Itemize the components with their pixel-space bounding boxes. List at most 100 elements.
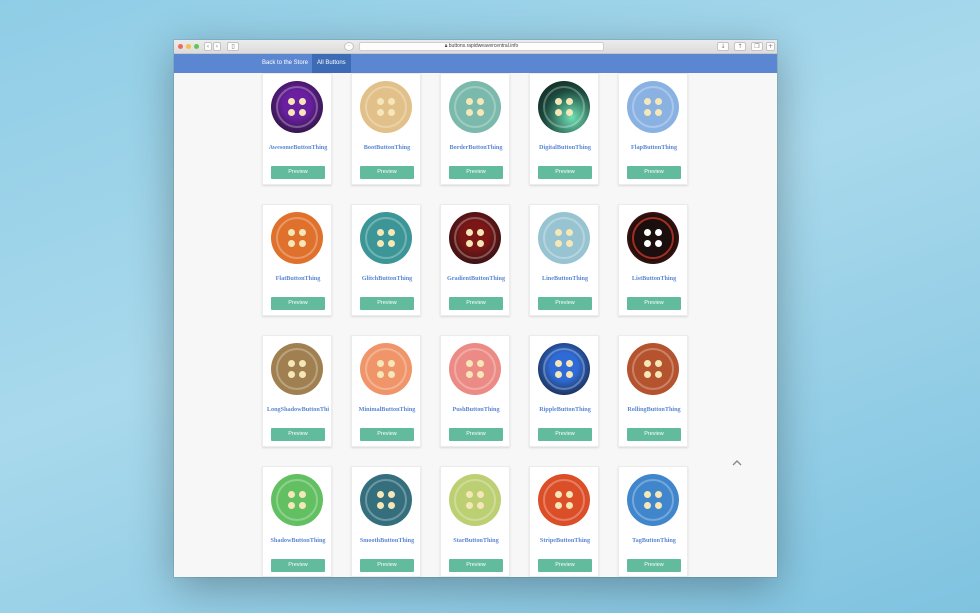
preview-button[interactable]: Preview: [360, 428, 414, 441]
button-preview-thumbnail: [449, 474, 501, 526]
preview-button[interactable]: Preview: [360, 297, 414, 310]
preview-button[interactable]: Preview: [627, 297, 681, 310]
share-button-icon[interactable]: ↑: [734, 42, 746, 51]
url-text: buttons.rapidweavercentral.info: [448, 43, 519, 49]
button-hole: [477, 229, 484, 236]
button-hole: [466, 360, 473, 367]
button-preview-thumbnail: [627, 212, 679, 264]
button-card-title[interactable]: PushButtonThing: [441, 406, 511, 413]
button-preview-thumbnail: [538, 474, 590, 526]
preview-button[interactable]: Preview: [360, 166, 414, 179]
button-hole: [477, 371, 484, 378]
preview-button[interactable]: Preview: [271, 166, 325, 179]
button-card: StripeButtonThing Preview: [529, 466, 599, 577]
button-card-title[interactable]: StarButtonThing: [441, 537, 511, 544]
button-ring: [454, 479, 496, 521]
preview-button[interactable]: Preview: [627, 559, 681, 572]
button-card-title[interactable]: BootButtonThing: [352, 144, 422, 151]
preview-button[interactable]: Preview: [538, 297, 592, 310]
new-tab-icon[interactable]: +: [766, 42, 775, 51]
button-preview-thumbnail: [271, 474, 323, 526]
button-preview-thumbnail: [627, 81, 679, 133]
button-ring: [454, 217, 496, 259]
address-bar[interactable]: 🔒︎ buttons.rapidweavercentral.info: [359, 42, 604, 51]
preview-button[interactable]: Preview: [538, 166, 592, 179]
button-hole: [655, 371, 662, 378]
close-window-button[interactable]: [178, 44, 183, 49]
button-hole: [555, 109, 562, 116]
button-card-title[interactable]: DigitalButtonThing: [530, 144, 600, 151]
button-card-title[interactable]: GlitchButtonThing: [352, 275, 422, 282]
download-icon[interactable]: ↓: [717, 42, 729, 51]
button-hole: [566, 371, 573, 378]
button-ring: [365, 86, 407, 128]
preview-button[interactable]: Preview: [627, 428, 681, 441]
button-hole: [388, 360, 395, 367]
preview-button[interactable]: Preview: [271, 428, 325, 441]
button-card: ListButtonThing Preview: [618, 204, 688, 316]
tabs-icon[interactable]: ❐: [751, 42, 763, 51]
preview-button[interactable]: Preview: [449, 166, 503, 179]
button-hole: [655, 109, 662, 116]
nav-back-to-store[interactable]: Back to the Store: [257, 54, 313, 73]
button-card-title[interactable]: SmoothButtonThing: [352, 537, 422, 544]
button-hole: [644, 502, 651, 509]
preview-button[interactable]: Preview: [538, 559, 592, 572]
nav-all-buttons[interactable]: All Buttons: [312, 54, 351, 73]
minimize-window-button[interactable]: [186, 44, 191, 49]
button-card: SmoothButtonThing Preview: [351, 466, 421, 577]
button-card-title[interactable]: FlatButtonThing: [263, 275, 333, 282]
button-card-title[interactable]: BorderButtonThing: [441, 144, 511, 151]
button-hole: [288, 502, 295, 509]
button-card-title[interactable]: AwesomeButtonThing: [263, 144, 333, 151]
button-card-title[interactable]: StripeButtonThing: [530, 537, 600, 544]
maximize-window-button[interactable]: [194, 44, 199, 49]
lock-icon: 🔒︎: [444, 43, 448, 49]
button-hole: [555, 491, 562, 498]
button-card: LongShadowButtonThi Preview: [262, 335, 332, 447]
button-card-title[interactable]: GradientButtonThing: [441, 275, 511, 282]
sidebar-icon[interactable]: ▯: [227, 42, 239, 51]
button-hole: [299, 360, 306, 367]
button-card: RippleButtonThing Preview: [529, 335, 599, 447]
button-preview-thumbnail: [627, 474, 679, 526]
button-hole: [377, 360, 384, 367]
preview-button[interactable]: Preview: [271, 297, 325, 310]
button-hole: [466, 491, 473, 498]
button-hole: [299, 109, 306, 116]
preview-button[interactable]: Preview: [627, 166, 681, 179]
back-arrow-icon[interactable]: ‹: [204, 42, 212, 51]
button-card-title[interactable]: LineButtonThing: [530, 275, 600, 282]
preview-button[interactable]: Preview: [538, 428, 592, 441]
button-hole: [644, 98, 651, 105]
button-card-title[interactable]: RippleButtonThing: [530, 406, 600, 413]
button-hole: [299, 371, 306, 378]
button-hole: [466, 502, 473, 509]
button-ring: [543, 86, 585, 128]
scroll-to-top-icon[interactable]: [732, 460, 742, 466]
button-card-title[interactable]: MinimalButtonThing: [352, 406, 422, 413]
forward-arrow-icon[interactable]: ›: [213, 42, 221, 51]
button-card-title[interactable]: ShadowButtonThing: [263, 537, 333, 544]
preview-button[interactable]: Preview: [449, 297, 503, 310]
button-hole: [377, 109, 384, 116]
preview-button[interactable]: Preview: [360, 559, 414, 572]
button-hole: [377, 240, 384, 247]
preview-button[interactable]: Preview: [271, 559, 325, 572]
button-card-title[interactable]: LongShadowButtonThi: [263, 406, 333, 413]
button-card-title[interactable]: ListButtonThing: [619, 275, 689, 282]
preview-button[interactable]: Preview: [449, 428, 503, 441]
button-ring: [276, 217, 318, 259]
button-hole: [388, 491, 395, 498]
share-icon[interactable]: ·: [344, 42, 354, 51]
button-card-title[interactable]: RollingButtonThing: [619, 406, 689, 413]
preview-button[interactable]: Preview: [449, 559, 503, 572]
site-navbar: Back to the Store All Buttons: [174, 54, 777, 73]
button-card-title[interactable]: TagButtonThing: [619, 537, 689, 544]
button-preview-thumbnail: [360, 212, 412, 264]
button-preview-thumbnail: [271, 212, 323, 264]
button-card-title[interactable]: FlapButtonThing: [619, 144, 689, 151]
button-hole: [288, 360, 295, 367]
button-hole: [477, 360, 484, 367]
button-hole: [388, 240, 395, 247]
